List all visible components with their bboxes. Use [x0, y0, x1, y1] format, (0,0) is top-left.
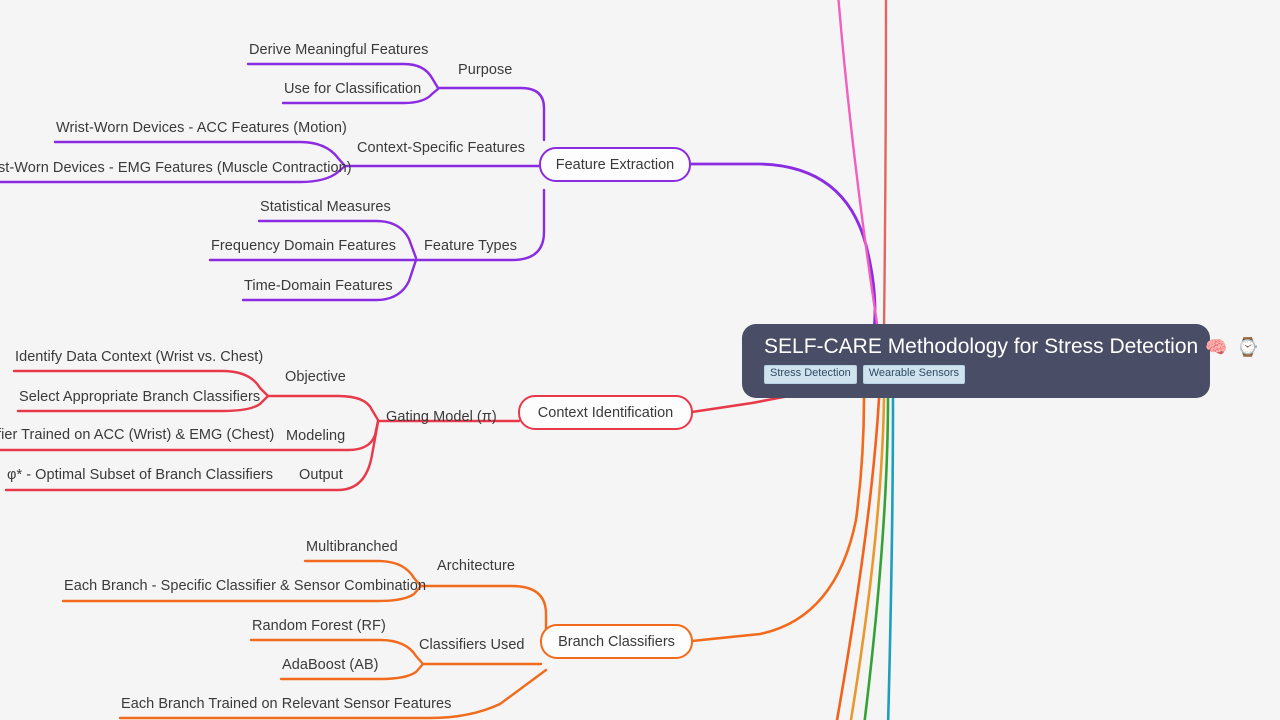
group-objective[interactable]: Objective	[285, 369, 346, 386]
edge-objective-stem	[266, 394, 380, 422]
node-feature-extraction-label: Feature Extraction	[555, 156, 675, 173]
leaf-select-appropriate-branch-classifiers[interactable]: Select Appropriate Branch Classifiers	[19, 389, 260, 406]
leaf-optimal-subset-branch-classifiers[interactable]: φ* - Optimal Subset of Branch Classifier…	[7, 467, 273, 484]
group-modeling[interactable]: Modeling	[286, 428, 345, 445]
leaf-wrist-worn-acc[interactable]: Wrist-Worn Devices - ACC Features (Motio…	[56, 120, 347, 137]
leaf-chest-worn-emg[interactable]: st-Worn Devices - EMG Features (Muscle C…	[0, 160, 352, 177]
leaf-statistical-measures[interactable]: Statistical Measures	[260, 199, 391, 216]
node-feature-extraction[interactable]: Feature Extraction	[539, 147, 691, 182]
mindmap-canvas: SELF-CARE Methodology for Stress Detecti…	[0, 0, 1280, 720]
edge-amber	[849, 396, 886, 720]
leaf-each-branch-specific-classifier[interactable]: Each Branch - Specific Classifier & Sens…	[64, 578, 426, 595]
edge-teal	[886, 396, 895, 720]
leaf-classifier-trained-acc-emg[interactable]: fier Trained on ACC (Wrist) & EMG (Chest…	[0, 427, 274, 444]
edge-salmon	[882, 0, 888, 332]
brain-watch-icon: 🧠 ⌚	[1205, 336, 1262, 357]
root-title-text: SELF-CARE Methodology for Stress Detecti…	[764, 335, 1199, 358]
group-purpose[interactable]: Purpose	[458, 62, 512, 79]
leaf-adaboost[interactable]: AdaBoost (AB)	[282, 657, 379, 674]
group-architecture[interactable]: Architecture	[437, 558, 515, 575]
leaf-derive-meaningful-features[interactable]: Derive Meaningful Features	[249, 42, 428, 59]
tag-stress-detection[interactable]: Stress Detection	[764, 365, 857, 384]
edge-architecture-stem	[419, 584, 548, 634]
group-feature-types[interactable]: Feature Types	[424, 238, 517, 255]
node-context-identification-label: Context Identification	[537, 404, 674, 421]
root-title: SELF-CARE Methodology for Stress Detecti…	[764, 335, 1259, 359]
node-branch-classifiers[interactable]: Branch Classifiers	[540, 624, 693, 659]
edge-feature-extraction-to-root	[688, 162, 877, 332]
root-tag-list: Stress Detection Wearable Sensors	[764, 365, 1190, 384]
group-classifiers-used[interactable]: Classifiers Used	[419, 637, 525, 654]
edge-branch-classifiers-to-root	[690, 396, 866, 643]
node-context-identification[interactable]: Context Identification	[518, 395, 693, 430]
leaf-random-forest[interactable]: Random Forest (RF)	[252, 618, 386, 635]
group-output[interactable]: Output	[299, 467, 343, 484]
leaf-each-branch-trained[interactable]: Each Branch Trained on Relevant Sensor F…	[121, 696, 451, 713]
group-gating-model[interactable]: Gating Model (π)	[386, 409, 497, 426]
group-context-specific-features[interactable]: Context-Specific Features	[357, 140, 525, 157]
leaf-time-domain-features[interactable]: Time-Domain Features	[244, 278, 393, 295]
leaf-multibranched[interactable]: Multibranched	[306, 539, 398, 556]
leaf-use-for-classification[interactable]: Use for Classification	[284, 81, 421, 98]
leaf-identify-data-context[interactable]: Identify Data Context (Wrist vs. Chest)	[15, 349, 263, 366]
leaf-frequency-domain-features[interactable]: Frequency Domain Features	[211, 238, 396, 255]
tag-wearable-sensors[interactable]: Wearable Sensors	[862, 365, 965, 384]
root-node[interactable]: SELF-CARE Methodology for Stress Detecti…	[742, 324, 1259, 398]
edge-purpose-stem	[436, 86, 546, 142]
node-branch-classifiers-label: Branch Classifiers	[558, 633, 675, 650]
